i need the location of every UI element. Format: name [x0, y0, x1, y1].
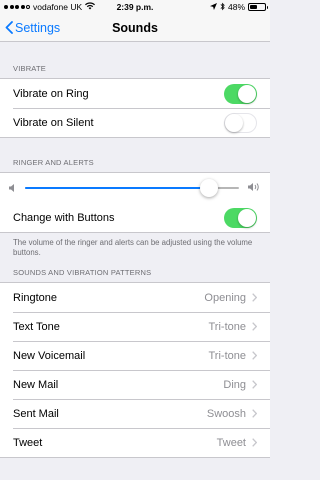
back-button-label: Settings — [15, 20, 61, 35]
slider-thumb[interactable] — [200, 179, 219, 197]
chevron-right-icon — [252, 322, 257, 332]
battery-fill — [250, 5, 257, 9]
chevron-right-icon — [252, 293, 257, 303]
row-label: New Voicemail — [13, 349, 86, 362]
signal-dot — [15, 5, 19, 9]
navigation-bar: Settings Sounds — [0, 14, 270, 42]
patterns-group: Ringtone Opening Text Tone Tri-tone New … — [0, 282, 270, 459]
settings-content: VIBRATE Vibrate on Ring Vibrate on Silen… — [0, 42, 270, 459]
vibrate-on-ring-row: Vibrate on Ring — [0, 79, 270, 108]
signal-dot — [20, 5, 25, 9]
chevron-right-icon — [252, 409, 257, 419]
section-header-vibrate: VIBRATE — [13, 64, 46, 73]
toggle-knob — [238, 84, 256, 103]
text-tone-row[interactable]: Text Tone Tri-tone — [0, 312, 270, 341]
chevron-right-icon — [252, 380, 257, 390]
sent-mail-row[interactable]: Sent Mail Swoosh — [0, 399, 270, 428]
status-bar: vodafone UK 2:39 p.m. 48% — [0, 0, 270, 14]
row-label: Vibrate on Ring — [13, 87, 89, 100]
bluetooth-icon — [220, 2, 225, 13]
ringer-volume-slider[interactable] — [25, 179, 239, 197]
battery-percentage: 48% — [227, 2, 245, 12]
chevron-right-icon — [252, 351, 257, 361]
row-label: Sent Mail — [13, 407, 59, 420]
vibrate-on-silent-toggle[interactable] — [224, 112, 257, 133]
signal-dot — [4, 5, 8, 9]
row-value: Ding — [223, 378, 246, 391]
chevron-right-icon — [252, 438, 257, 448]
row-value: Opening — [204, 291, 246, 304]
row-value: Tweet — [216, 436, 246, 449]
vibrate-on-silent-row: Vibrate on Silent — [0, 108, 270, 137]
status-left: vodafone UK — [4, 2, 210, 12]
change-with-buttons-row: Change with Buttons — [0, 203, 270, 232]
signal-strength-icon — [4, 5, 30, 9]
slider-fill — [25, 187, 210, 189]
change-with-buttons-toggle[interactable] — [224, 207, 257, 228]
new-mail-row[interactable]: New Mail Ding — [0, 370, 270, 399]
new-voicemail-row[interactable]: New Voicemail Tri-tone — [0, 341, 270, 370]
row-value: Tri-tone — [208, 349, 247, 362]
row-label: Ringtone — [13, 291, 58, 304]
ringer-footer-text: The volume of the ringer and alerts can … — [13, 238, 253, 257]
vibrate-on-ring-toggle[interactable] — [224, 83, 257, 104]
section-header-patterns: SOUNDS AND VIBRATION PATTERNS — [13, 268, 152, 278]
ringer-group: Change with Buttons — [0, 172, 270, 233]
vibrate-group: Vibrate on Ring Vibrate on Silent — [0, 78, 270, 138]
location-arrow-icon — [209, 2, 217, 12]
battery-icon — [248, 3, 268, 11]
tweet-row[interactable]: Tweet Tweet — [0, 428, 270, 457]
toggle-knob — [225, 113, 243, 132]
row-value: Swoosh — [206, 407, 246, 420]
row-label: New Mail — [13, 378, 59, 391]
section-header-ringer: RINGER AND ALERTS — [13, 158, 94, 167]
speaker-high-icon — [248, 179, 261, 197]
ringtone-row[interactable]: Ringtone Opening — [0, 283, 270, 312]
wifi-icon — [85, 2, 96, 12]
chevron-left-icon — [5, 21, 13, 34]
row-label: Text Tone — [13, 320, 60, 333]
signal-dot — [26, 5, 30, 9]
ringer-volume-row — [0, 173, 270, 203]
carrier-name: vodafone UK — [33, 2, 83, 12]
row-label: Change with Buttons — [13, 211, 115, 224]
row-label: Vibrate on Silent — [13, 116, 94, 129]
status-right: 48% — [209, 2, 268, 13]
row-value: Tri-tone — [208, 320, 247, 333]
back-button[interactable]: Settings — [0, 21, 60, 35]
toggle-knob — [238, 208, 256, 227]
signal-dot — [9, 5, 14, 9]
speaker-low-icon — [9, 179, 16, 197]
row-label: Tweet — [13, 436, 43, 449]
